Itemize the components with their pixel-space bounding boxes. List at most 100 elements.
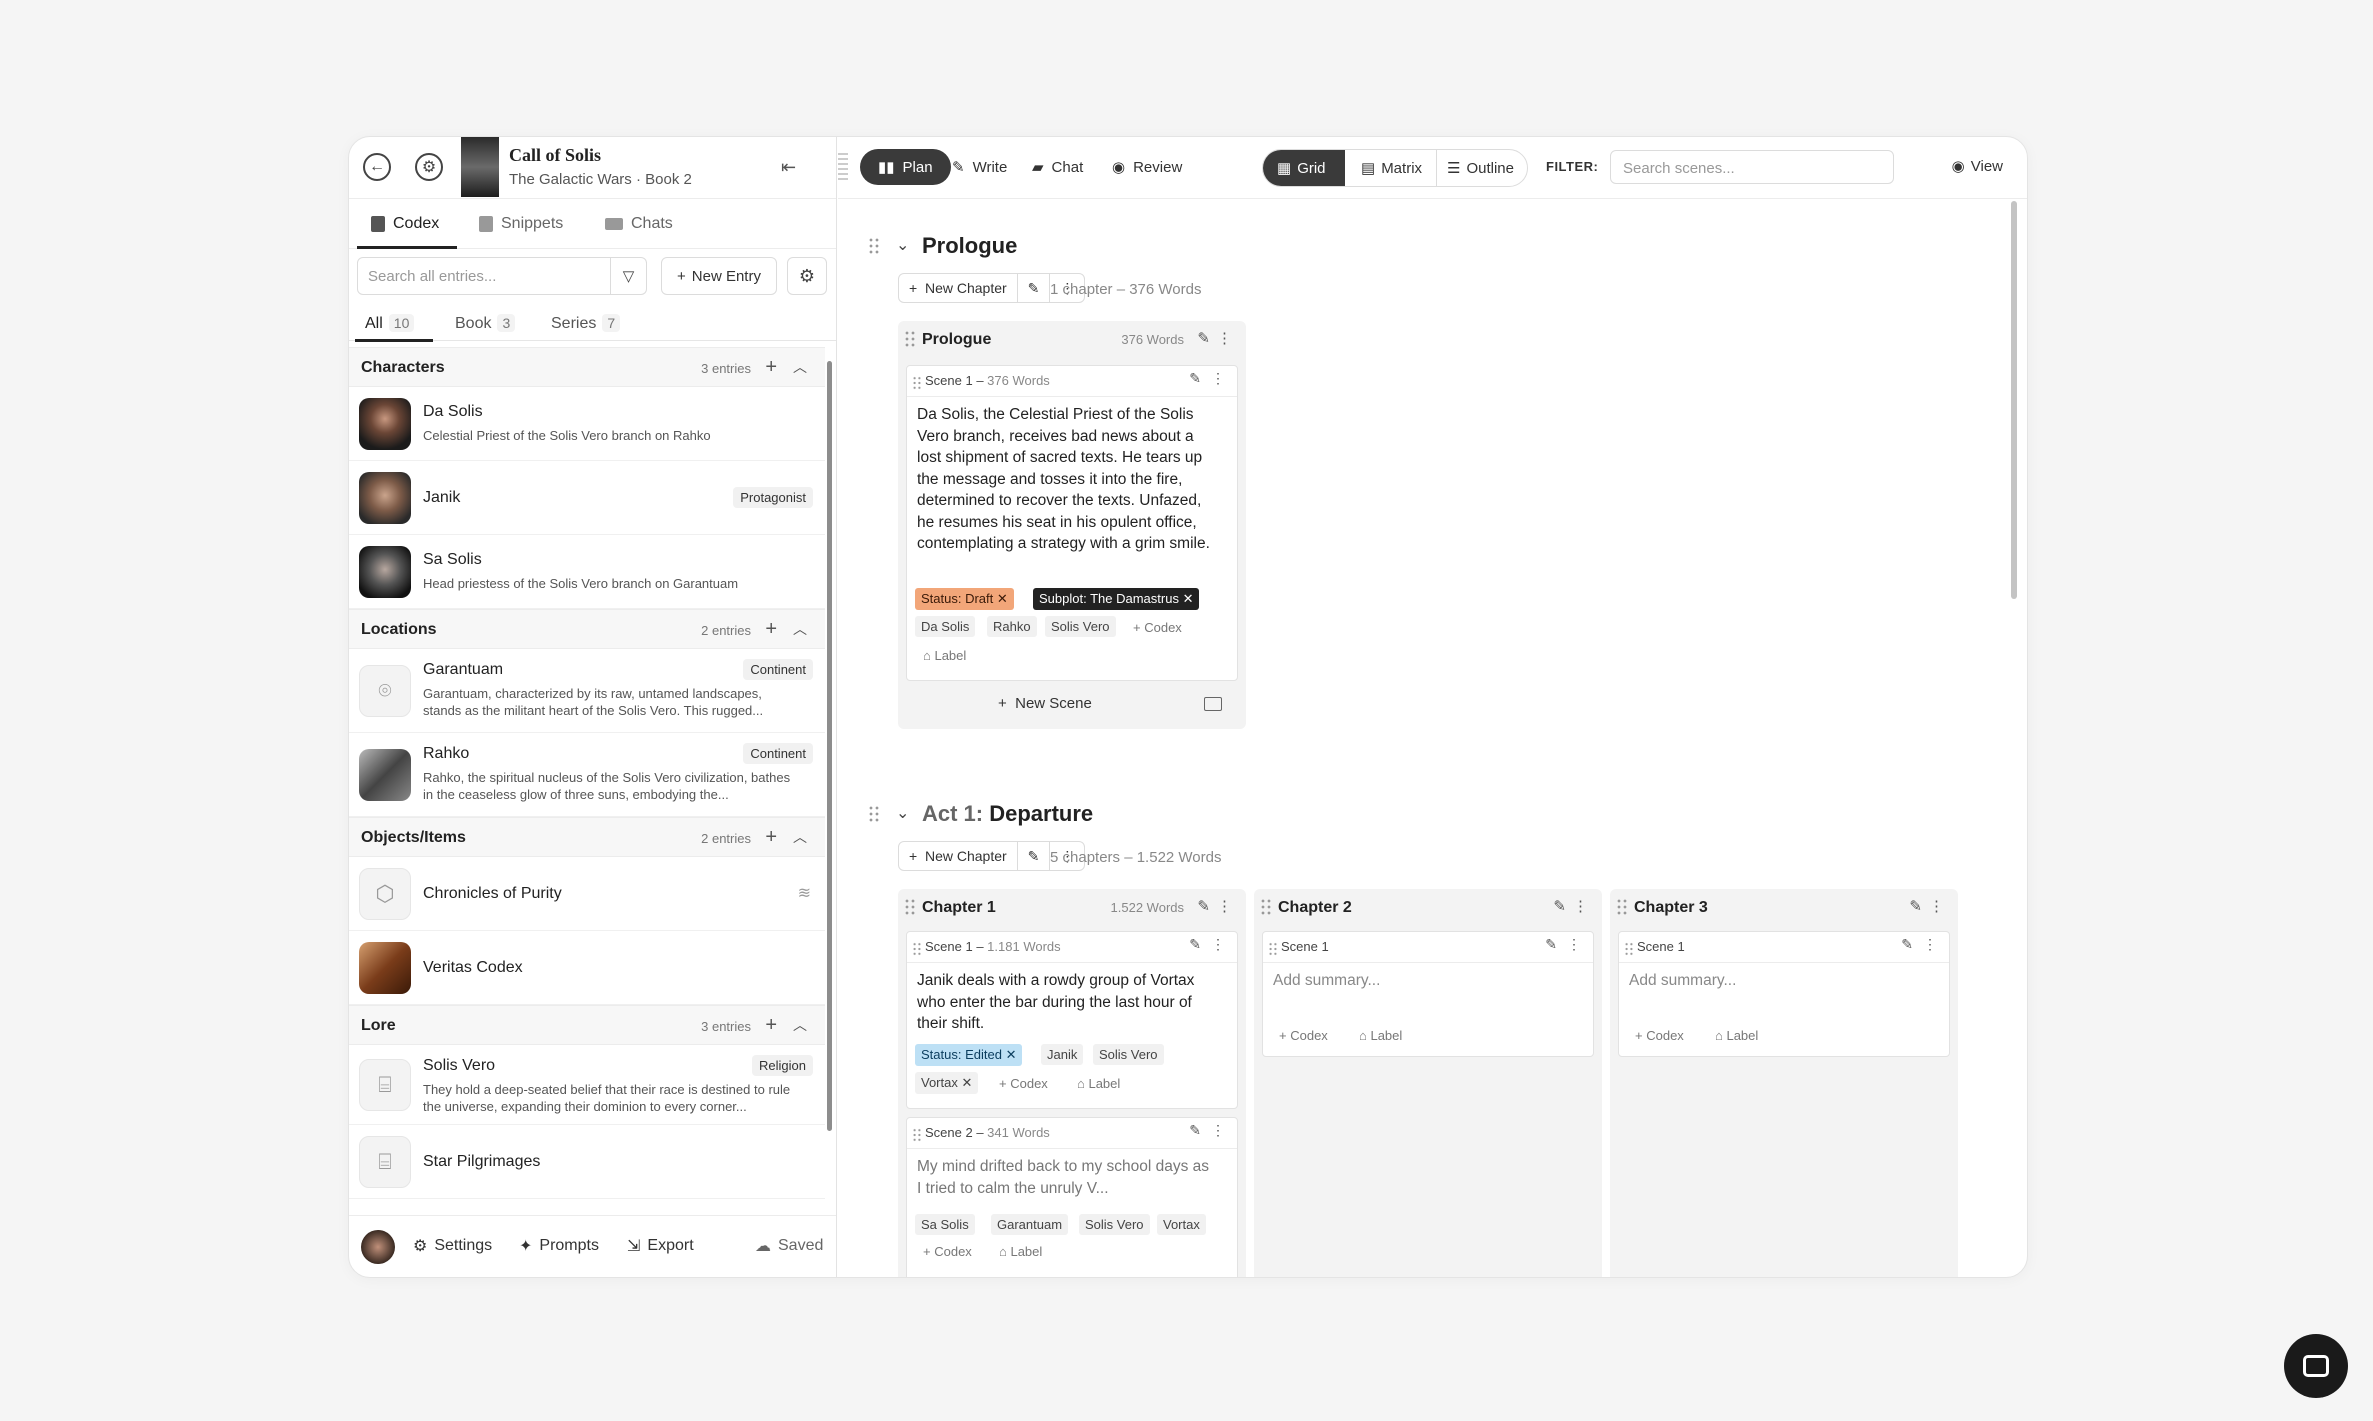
user-avatar[interactable] [361, 1230, 395, 1264]
codex-tag[interactable]: Rahko [987, 616, 1037, 637]
view-outline[interactable]: ☰ Outline [1433, 150, 1528, 186]
drag-handle-icon[interactable] [868, 805, 880, 823]
scene-summary[interactable]: Janik deals with a rowdy group of Vortax… [917, 970, 1217, 1035]
subplot-tag[interactable]: Subplot: The Damastrus ✕ [1033, 588, 1200, 610]
codex-tag[interactable]: Vortax ✕ [915, 1072, 979, 1094]
codex-tag[interactable]: Garantuam [991, 1214, 1069, 1235]
close-icon[interactable]: ✕ [997, 591, 1008, 606]
edit-icon[interactable]: ✎ [1545, 936, 1557, 953]
more-icon[interactable]: ⋮ [1211, 1122, 1225, 1139]
new-scene-button[interactable]: + New Scene [998, 695, 1092, 712]
category-lore[interactable]: Lore 3 entries + ︿ [349, 1005, 825, 1045]
scene-card[interactable]: Scene 1 – 1.181 Words ✎ ⋮ Janik deals wi… [906, 931, 1238, 1109]
status-tag[interactable]: Status: Draft ✕ [915, 588, 1014, 610]
add-icon[interactable]: + [765, 826, 777, 849]
codex-entry[interactable]: Sa Solis Head priestess of the Solis Ver… [349, 535, 825, 609]
filter-tab-all[interactable]: All 10 [365, 314, 415, 333]
main-scrollbar[interactable] [2011, 201, 2017, 599]
tab-snippets[interactable]: Snippets [479, 215, 563, 233]
close-icon[interactable]: ✕ [1183, 591, 1194, 606]
codex-settings-icon[interactable]: ⚙ [787, 257, 827, 295]
more-icon[interactable]: ⋮ [1923, 936, 1937, 953]
edit-icon[interactable]: ✎ [1189, 936, 1201, 953]
chevron-up-icon[interactable]: ︿ [793, 357, 807, 377]
add-icon[interactable]: + [765, 1014, 777, 1037]
edit-icon[interactable]: ✎ [1553, 897, 1566, 915]
chevron-down-icon[interactable]: ⌄ [896, 803, 909, 823]
codex-tag[interactable]: Solis Vero [1079, 1214, 1150, 1235]
chevron-up-icon[interactable]: ︿ [793, 827, 807, 847]
add-label-link[interactable]: ⌂ Label [1359, 1028, 1402, 1043]
tab-codex[interactable]: Codex [371, 215, 439, 233]
more-icon[interactable]: ⋮ [1573, 897, 1588, 915]
more-icon[interactable]: ⋮ [1567, 936, 1581, 953]
drag-handle-icon[interactable] [912, 941, 922, 957]
support-chat-button[interactable] [2284, 1334, 2348, 1398]
add-codex-link[interactable]: + Codex [1279, 1028, 1328, 1043]
filter-tab-book[interactable]: Book 3 [455, 314, 516, 333]
codex-entry[interactable]: ⌸ Solis Vero Religion They hold a deep-s… [349, 1045, 825, 1125]
codex-tag[interactable]: Vortax [1157, 1214, 1206, 1235]
drag-handle-icon[interactable] [912, 1127, 922, 1143]
add-label-link[interactable]: ⌂ Label [1715, 1028, 1758, 1043]
codex-tag[interactable]: Solis Vero [1045, 616, 1116, 637]
mode-review[interactable]: ◉ Review [1094, 149, 1200, 185]
scene-summary[interactable]: My mind drifted back to my school days a… [917, 1156, 1217, 1199]
drag-handle-icon[interactable] [1268, 941, 1278, 957]
new-chapter-button[interactable]: + New Chapter [899, 842, 1018, 870]
chevron-up-icon[interactable]: ︿ [793, 1015, 807, 1035]
scene-card[interactable]: Scene 1 – 376 Words ✎ ⋮ Da Solis, the Ce… [906, 365, 1238, 681]
close-icon[interactable]: ✕ [1006, 1047, 1017, 1062]
add-label-link[interactable]: ⌂ Label [1077, 1076, 1120, 1091]
category-characters[interactable]: Characters 3 entries + ︿ [349, 347, 825, 387]
scene-card[interactable]: Scene 1 ✎ ⋮ Add summary... + Codex ⌂ Lab… [1262, 931, 1594, 1057]
prompts-button[interactable]: ✦ Prompts [519, 1236, 599, 1256]
scene-search-input[interactable]: Search scenes... [1610, 150, 1894, 184]
tab-chats[interactable]: Chats [605, 215, 673, 233]
folder-icon[interactable] [1204, 697, 1222, 711]
codex-scrollbar[interactable] [827, 361, 832, 1131]
filter-icon[interactable]: ▽ [611, 257, 647, 295]
add-label-link[interactable]: ⌂ Label [923, 648, 966, 663]
mode-write[interactable]: ✎ Write [934, 149, 1025, 185]
codex-entry[interactable]: ⌸ Star Pilgrimages [349, 1125, 825, 1199]
drag-handle-icon[interactable] [1616, 898, 1628, 916]
drag-handle-icon[interactable] [1260, 898, 1272, 916]
view-grid[interactable]: ▦ Grid [1263, 150, 1345, 186]
edit-icon[interactable]: ✎ [1197, 897, 1210, 915]
collapse-panel-icon[interactable]: ⇤ [781, 157, 796, 178]
add-codex-link[interactable]: + Codex [1133, 620, 1182, 635]
add-codex-link[interactable]: + Codex [923, 1244, 972, 1259]
add-codex-link[interactable]: + Codex [999, 1076, 1048, 1091]
mode-chat[interactable]: ▰ Chat [1014, 149, 1101, 185]
drag-handle-icon[interactable] [904, 898, 916, 916]
drag-handle-icon[interactable] [1624, 941, 1634, 957]
edit-icon[interactable]: ✎ [1909, 897, 1922, 915]
add-codex-link[interactable]: + Codex [1635, 1028, 1684, 1043]
scene-summary[interactable]: Add summary... [1273, 970, 1573, 992]
scene-summary[interactable]: Da Solis, the Celestial Priest of the So… [917, 404, 1217, 555]
codex-entry[interactable]: ⌾ Garantuam Continent Garantuam, charact… [349, 649, 825, 733]
edit-icon[interactable]: ✎ [1189, 370, 1201, 387]
codex-entry[interactable]: ⬡ Chronicles of Purity ≋ [349, 857, 825, 931]
status-tag[interactable]: Status: Edited ✕ [915, 1044, 1023, 1066]
chevron-down-icon[interactable]: ⌄ [896, 235, 909, 255]
codex-tag[interactable]: Janik [1041, 1044, 1084, 1065]
back-icon[interactable]: ← [363, 153, 391, 181]
more-icon[interactable]: ⋮ [1217, 897, 1232, 915]
scene-card[interactable]: Scene 1 ✎ ⋮ Add summary... + Codex ⌂ Lab… [1618, 931, 1950, 1057]
codex-entry[interactable]: Da Solis Celestial Priest of the Solis V… [349, 387, 825, 461]
view-button[interactable]: ◉ View [1952, 157, 2003, 176]
codex-tag[interactable]: Da Solis [915, 616, 976, 637]
new-entry-button[interactable]: + New Entry [661, 257, 777, 295]
drag-handle-icon[interactable] [904, 330, 916, 348]
add-label-link[interactable]: ⌂ Label [999, 1244, 1042, 1259]
codex-entry[interactable]: Janik Protagonist [349, 461, 825, 535]
scene-summary[interactable]: Add summary... [1629, 970, 1929, 992]
scene-card[interactable]: Scene 2 – 341 Words ✎ ⋮ My mind drifted … [906, 1117, 1238, 1277]
edit-icon[interactable]: ✎ [1189, 1122, 1201, 1139]
edit-icon[interactable]: ✎ [1901, 936, 1913, 953]
category-locations[interactable]: Locations 2 entries + ︿ [349, 609, 825, 649]
add-icon[interactable]: + [765, 356, 777, 379]
resize-handle[interactable] [838, 153, 848, 183]
